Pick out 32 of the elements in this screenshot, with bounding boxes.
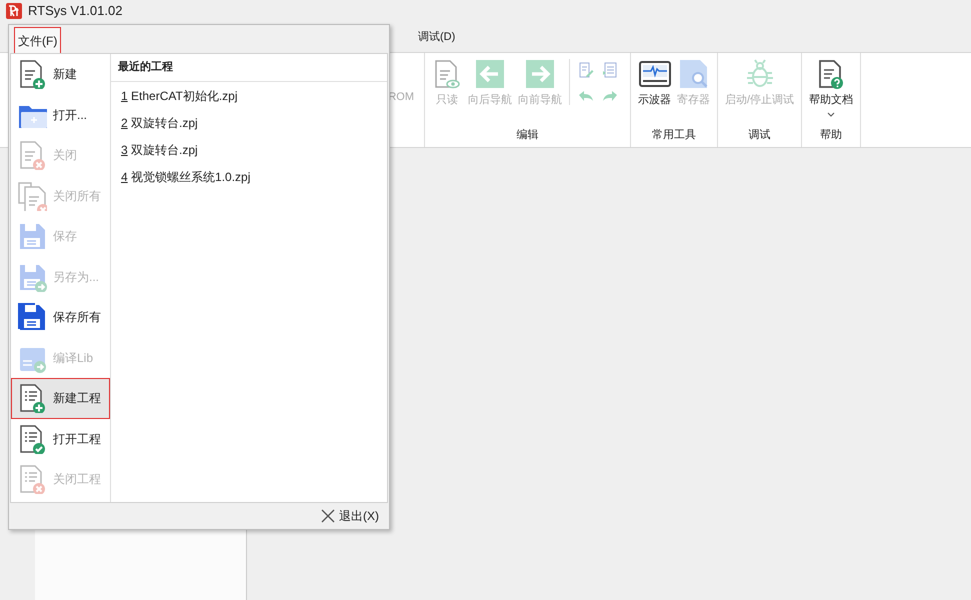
menu-item[interactable]: 保存所有 [11,297,110,338]
window-title: RTSys V1.01.02 [28,2,122,20]
menu-tab[interactable]: 文件(F) [15,28,60,53]
menu-item[interactable]: 打开工程 [11,418,110,459]
menu-item[interactable]: 打开... [11,94,110,135]
recent-project-item[interactable]: 4 视觉锁螺丝系统1.0.zpj [111,163,260,190]
app-logo-icon [6,3,22,19]
floppy-icon [17,221,47,252]
redo-icon [602,90,618,102]
exit-button[interactable]: 退出(X) [321,507,379,525]
bug-icon [744,59,775,89]
recent-project-item[interactable]: 3 双旋转台.zpj [111,136,208,163]
recent-project-item[interactable]: 1 EtherCAT初始化.zpj [111,82,248,109]
close-icon [321,509,335,523]
group-label: 帮助 [819,128,844,143]
ribbon-button[interactable]: 示波器 [635,59,674,108]
recent-project-item[interactable]: 2 双旋转台.zpj [111,109,208,136]
list-document-icon [602,62,618,78]
magnifier-document-icon [678,59,708,89]
group-label: 编辑 [516,128,540,143]
recent-projects-title: 最近的工程 [118,60,173,76]
floppies-icon [17,302,47,332]
ribbon-button[interactable]: 帮助文档 [806,59,856,116]
undo-icon [578,90,594,102]
menu-item[interactable]: 新建工程 [11,378,110,418]
group-label: 常用工具 [651,128,697,143]
edit-document-icon [578,62,594,78]
close-files-icon [17,180,47,211]
oscilloscope-icon [638,59,670,89]
menu-item[interactable]: 新建 [11,54,110,94]
group-label: 调试 [748,128,772,143]
ribbon-tab[interactable]: 调试(D) [410,25,464,49]
